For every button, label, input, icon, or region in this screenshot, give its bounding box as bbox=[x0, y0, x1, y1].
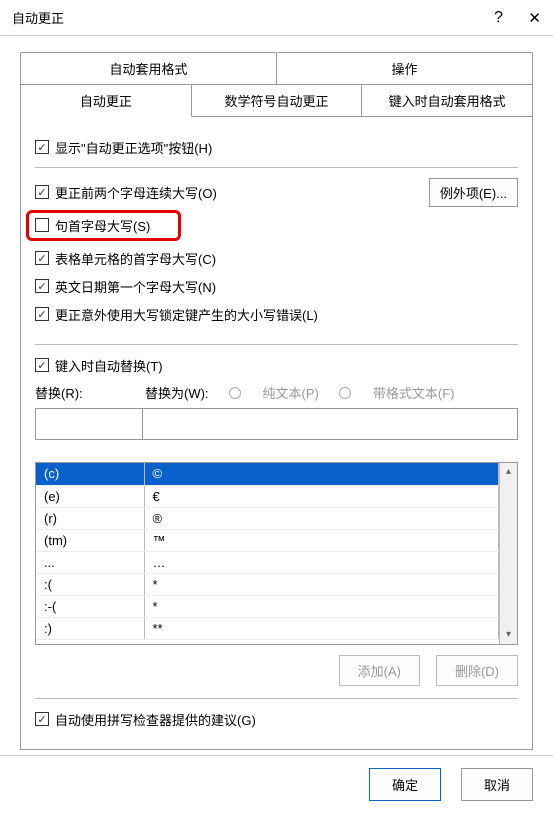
table-row[interactable]: (e)€ bbox=[36, 485, 499, 507]
table-row[interactable]: :(* bbox=[36, 573, 499, 595]
cancel-button[interactable]: 取消 bbox=[461, 768, 533, 801]
checkbox-replace-typing[interactable]: 键入时自动替换(T) bbox=[35, 353, 518, 377]
checkbox-icon bbox=[35, 307, 49, 321]
checkbox-spell-checker[interactable]: 自动使用拼写检查器提供的建议(G) bbox=[35, 707, 518, 731]
table-cell-to: ** bbox=[144, 617, 499, 639]
divider bbox=[35, 167, 518, 168]
checkbox-icon bbox=[35, 358, 49, 372]
checkbox-table-cell-cap[interactable]: 表格单元格的首字母大写(C) bbox=[35, 246, 418, 270]
tab-autocorrect[interactable]: 自动更正 bbox=[20, 84, 192, 117]
tab-body: 显示"自动更正选项"按钮(H) 更正前两个字母连续大写(O) 句首字母大写(S)… bbox=[20, 117, 533, 750]
checkbox-sentence-first-cap[interactable] bbox=[35, 218, 49, 232]
table-cell-to: ™ bbox=[144, 529, 499, 551]
checkbox-label: 表格单元格的首字母大写(C) bbox=[55, 249, 216, 268]
delete-button[interactable]: 删除(D) bbox=[436, 655, 518, 686]
table-row[interactable]: (tm)™ bbox=[36, 529, 499, 551]
replace-inputs-row bbox=[35, 408, 518, 440]
table-row[interactable]: :-(* bbox=[36, 595, 499, 617]
dialog-footer: 确定 取消 bbox=[0, 755, 553, 813]
tab-autoformat[interactable]: 自动套用格式 bbox=[20, 52, 277, 84]
highlight-box: 句首字母大写(S) bbox=[26, 210, 181, 241]
tabs-row-bottom: 自动更正 数学符号自动更正 键入时自动套用格式 bbox=[20, 84, 533, 117]
checkbox-sentence-first-cap-row: 句首字母大写(S) bbox=[35, 208, 418, 242]
tabs-row-top: 自动套用格式 操作 bbox=[20, 52, 533, 84]
table-cell-from: ... bbox=[36, 551, 144, 573]
checkbox-label: 英文日期第一个字母大写(N) bbox=[55, 277, 216, 296]
checkbox-label: 自动使用拼写检查器提供的建议(G) bbox=[55, 710, 256, 729]
replace-input[interactable] bbox=[35, 408, 143, 440]
exceptions-button[interactable]: 例外项(E)... bbox=[429, 178, 518, 207]
window-title: 自动更正 bbox=[12, 8, 64, 27]
table-cell-to: ® bbox=[144, 507, 499, 529]
checkbox-label: 更正前两个字母连续大写(O) bbox=[55, 183, 217, 202]
table-row[interactable]: (r)® bbox=[36, 507, 499, 529]
divider bbox=[35, 344, 518, 345]
table-cell-to: € bbox=[144, 485, 499, 507]
table-cell-from: :-( bbox=[36, 595, 144, 617]
table-row[interactable]: (c)© bbox=[36, 463, 499, 485]
table-cell-from: (tm) bbox=[36, 529, 144, 551]
checkbox-label: 句首字母大写(S) bbox=[55, 216, 150, 235]
table-cell-from: (e) bbox=[36, 485, 144, 507]
checkbox-icon bbox=[35, 140, 49, 154]
scroll-up-icon[interactable]: ▴ bbox=[500, 463, 517, 481]
ok-button[interactable]: 确定 bbox=[369, 768, 441, 801]
scroll-track[interactable] bbox=[500, 481, 517, 626]
replace-with-input[interactable] bbox=[143, 408, 518, 440]
add-button[interactable]: 添加(A) bbox=[339, 655, 420, 686]
radio-plain-text: 纯文本(P) bbox=[229, 383, 319, 402]
scroll-down-icon[interactable]: ▾ bbox=[500, 626, 517, 644]
checkbox-icon bbox=[35, 251, 49, 265]
radio-formatted-text: 带格式文本(F) bbox=[339, 383, 455, 402]
checkbox-icon bbox=[35, 279, 49, 293]
table-cell-from: (r) bbox=[36, 507, 144, 529]
table-cell-from: :( bbox=[36, 573, 144, 595]
scrollbar[interactable]: ▴ ▾ bbox=[499, 463, 517, 644]
divider bbox=[35, 698, 518, 699]
checkbox-label: 更正意外使用大写锁定键产生的大小写错误(L) bbox=[55, 305, 318, 324]
table-cell-to: * bbox=[144, 573, 499, 595]
checkbox-caps-lock[interactable]: 更正意外使用大写锁定键产生的大小写错误(L) bbox=[35, 302, 418, 326]
help-button[interactable]: ? bbox=[494, 9, 503, 27]
table-cell-to: * bbox=[144, 595, 499, 617]
tab-autoformat-typing[interactable]: 键入时自动套用格式 bbox=[362, 84, 533, 117]
replace-labels-row: 替换(R): 替换为(W): 纯文本(P) 带格式文本(F) bbox=[35, 383, 518, 402]
radio-icon bbox=[339, 387, 351, 399]
checkbox-english-date-cap[interactable]: 英文日期第一个字母大写(N) bbox=[35, 274, 418, 298]
radio-icon bbox=[229, 387, 241, 399]
replace-with-label: 替换为(W): bbox=[145, 383, 209, 402]
replacement-list: (c)©(e)€(r)®(tm)™...…:(*:-(*:)** ▴ ▾ bbox=[35, 462, 518, 645]
checkbox-label: 键入时自动替换(T) bbox=[55, 356, 163, 375]
checkbox-show-autocorrect-button[interactable]: 显示"自动更正选项"按钮(H) bbox=[35, 135, 518, 159]
checkbox-label: 显示"自动更正选项"按钮(H) bbox=[55, 138, 212, 157]
titlebar: 自动更正 ? ✕ bbox=[0, 0, 553, 36]
tab-math-autocorrect[interactable]: 数学符号自动更正 bbox=[192, 84, 363, 117]
replace-label: 替换(R): bbox=[35, 383, 125, 402]
tab-actions[interactable]: 操作 bbox=[277, 52, 533, 84]
replacement-table[interactable]: (c)©(e)€(r)®(tm)™...…:(*:-(*:)** bbox=[36, 463, 499, 644]
dialog-content: 自动套用格式 操作 自动更正 数学符号自动更正 键入时自动套用格式 显示"自动更… bbox=[0, 36, 553, 750]
checkbox-icon bbox=[35, 185, 49, 199]
table-row[interactable]: ...… bbox=[36, 551, 499, 573]
close-button[interactable]: ✕ bbox=[528, 9, 541, 27]
table-row[interactable]: :)** bbox=[36, 617, 499, 639]
list-buttons: 添加(A) 删除(D) bbox=[35, 655, 518, 686]
table-cell-from: (c) bbox=[36, 463, 144, 485]
table-cell-to: © bbox=[144, 463, 499, 485]
checkbox-two-initial-caps[interactable]: 更正前两个字母连续大写(O) bbox=[35, 180, 418, 204]
checkbox-icon bbox=[35, 712, 49, 726]
table-cell-to: … bbox=[144, 551, 499, 573]
table-cell-from: :) bbox=[36, 617, 144, 639]
